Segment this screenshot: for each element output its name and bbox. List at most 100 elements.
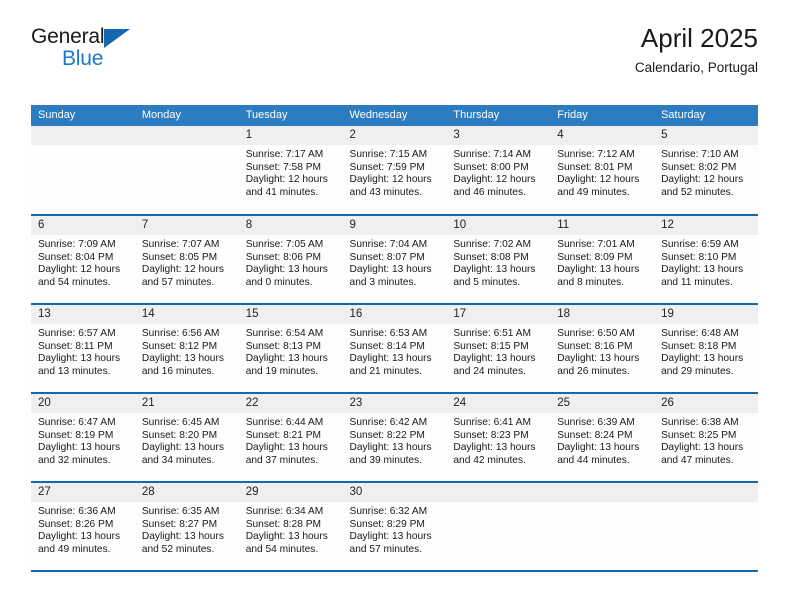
daylight-text: Daylight: 13 hours and 49 minutes. bbox=[38, 531, 121, 555]
calendar-cell-day[interactable]: 30 Sunrise: 6:32 AM Sunset: 8:29 PM Dayligh… bbox=[342, 482, 447, 572]
day-sun-info: Sunrise: 7:02 AM Sunset: 8:08 PM Daylight:… bbox=[446, 235, 550, 289]
sunset-text: Sunset: 8:13 PM bbox=[245, 340, 322, 352]
daylight-text: Daylight: 13 hours and 11 minutes. bbox=[661, 264, 744, 288]
sunset-text: Sunset: 8:15 PM bbox=[453, 340, 529, 352]
day-cell: 29 Sunrise: 6:34 AM Sunset: 8:28 PM Dayligh… bbox=[238, 483, 343, 570]
day-number: 6 bbox=[31, 216, 135, 235]
calendar-cell-day[interactable]: 21 Sunrise: 6:45 AM Sunset: 8:20 PM Dayligh… bbox=[134, 393, 239, 483]
weekday-header-thursday: Thursday bbox=[446, 105, 551, 126]
calendar-cell-day[interactable]: 9 Sunrise: 7:04 AM Sunset: 8:07 PM Daylight… bbox=[342, 215, 447, 305]
day-sun-info: Sunrise: 6:50 AM Sunset: 8:16 PM Daylight:… bbox=[550, 324, 654, 378]
day-sun-info: Sunrise: 6:39 AM Sunset: 8:24 PM Daylight:… bbox=[550, 413, 654, 467]
calendar-cell-day[interactable]: 19 Sunrise: 6:48 AM Sunset: 8:18 PM Dayligh… bbox=[654, 304, 758, 394]
sunset-text: Sunset: 8:02 PM bbox=[661, 161, 737, 173]
day-number: 20 bbox=[31, 394, 135, 413]
daylight-text: Daylight: 13 hours and 0 minutes. bbox=[245, 264, 328, 288]
calendar-cell-day[interactable]: 26 Sunrise: 6:38 AM Sunset: 8:25 PM Dayligh… bbox=[654, 393, 758, 483]
day-sun-info: Sunrise: 6:42 AM Sunset: 8:22 PM Daylight:… bbox=[343, 413, 447, 467]
day-cell bbox=[550, 483, 655, 570]
day-cell: 13 Sunrise: 6:57 AM Sunset: 8:11 PM Dayligh… bbox=[31, 305, 135, 392]
calendar-cell-day[interactable]: 27 Sunrise: 6:36 AM Sunset: 8:26 PM Dayligh… bbox=[31, 482, 135, 572]
sunset-text: Sunset: 8:20 PM bbox=[141, 429, 218, 441]
day-number: 22 bbox=[238, 394, 343, 413]
calendar-cell-day[interactable]: 23 Sunrise: 6:42 AM Sunset: 8:22 PM Dayligh… bbox=[342, 393, 447, 483]
calendar-cell-day[interactable]: 8 Sunrise: 7:05 AM Sunset: 8:06 PM Daylight… bbox=[238, 215, 343, 305]
calendar-cell-day[interactable]: 20 Sunrise: 6:47 AM Sunset: 8:19 PM Dayligh… bbox=[31, 393, 135, 483]
day-sun-info: Sunrise: 7:14 AM Sunset: 8:00 PM Daylight:… bbox=[446, 145, 550, 199]
day-number bbox=[446, 483, 551, 502]
day-cell: 9 Sunrise: 7:04 AM Sunset: 8:07 PM Daylight… bbox=[342, 216, 447, 303]
calendar-cell-day[interactable]: 17 Sunrise: 6:51 AM Sunset: 8:15 PM Dayligh… bbox=[446, 304, 551, 394]
calendar-cell-day[interactable]: 18 Sunrise: 6:50 AM Sunset: 8:16 PM Dayligh… bbox=[550, 304, 655, 394]
calendar-cell-day[interactable]: 7 Sunrise: 7:07 AM Sunset: 8:05 PM Daylight… bbox=[134, 215, 239, 305]
day-sun-info: Sunrise: 7:12 AM Sunset: 8:01 PM Daylight:… bbox=[550, 145, 654, 199]
calendar-cell-day[interactable]: 25 Sunrise: 6:39 AM Sunset: 8:24 PM Dayligh… bbox=[550, 393, 655, 483]
daylight-text: Daylight: 13 hours and 42 minutes. bbox=[453, 442, 536, 466]
calendar-cell-day[interactable]: 10 Sunrise: 7:02 AM Sunset: 8:08 PM Dayligh… bbox=[446, 215, 551, 305]
day-number: 2 bbox=[342, 126, 447, 145]
sunset-text: Sunset: 8:09 PM bbox=[557, 251, 633, 263]
calendar-cell-day[interactable]: 28 Sunrise: 6:35 AM Sunset: 8:27 PM Dayligh… bbox=[134, 482, 239, 572]
sunset-text: Sunset: 8:11 PM bbox=[38, 340, 113, 352]
general-blue-logo[interactable]: General Blue bbox=[31, 26, 151, 82]
calendar-cell-day[interactable]: 24 Sunrise: 6:41 AM Sunset: 8:23 PM Dayligh… bbox=[446, 393, 551, 483]
calendar-cell-day[interactable]: 2 Sunrise: 7:15 AM Sunset: 7:59 PM Daylight… bbox=[342, 126, 447, 216]
daylight-text: Daylight: 13 hours and 52 minutes. bbox=[141, 531, 224, 555]
calendar-body: 1 Sunrise: 7:17 AM Sunset: 7:58 PM Daylight… bbox=[31, 126, 758, 572]
day-cell: 18 Sunrise: 6:50 AM Sunset: 8:16 PM Dayligh… bbox=[550, 305, 655, 392]
day-cell: 1 Sunrise: 7:17 AM Sunset: 7:58 PM Daylight… bbox=[238, 126, 343, 213]
sunrise-text: Sunrise: 6:48 AM bbox=[661, 328, 739, 339]
daylight-text: Daylight: 13 hours and 26 minutes. bbox=[557, 353, 640, 377]
calendar-week-row: 13 Sunrise: 6:57 AM Sunset: 8:11 PM Dayligh… bbox=[31, 304, 758, 394]
day-number: 27 bbox=[31, 483, 135, 502]
sunrise-text: Sunrise: 6:36 AM bbox=[38, 506, 116, 517]
weekday-header-sunday: Sunday bbox=[31, 105, 135, 126]
calendar-cell-day[interactable]: 22 Sunrise: 6:44 AM Sunset: 8:21 PM Dayligh… bbox=[238, 393, 343, 483]
calendar-cell-day[interactable]: 3 Sunrise: 7:14 AM Sunset: 8:00 PM Daylight… bbox=[446, 126, 551, 216]
title-block: April 2025 Calendario, Portugal bbox=[635, 23, 758, 76]
calendar-cell-day[interactable]: 6 Sunrise: 7:09 AM Sunset: 8:04 PM Daylight… bbox=[31, 215, 135, 305]
calendar-cell-day[interactable]: 11 Sunrise: 7:01 AM Sunset: 8:09 PM Dayligh… bbox=[550, 215, 655, 305]
sunset-text: Sunset: 7:58 PM bbox=[245, 161, 322, 173]
calendar-cell-day[interactable]: 13 Sunrise: 6:57 AM Sunset: 8:11 PM Dayligh… bbox=[31, 304, 135, 394]
day-cell: 15 Sunrise: 6:54 AM Sunset: 8:13 PM Dayligh… bbox=[238, 305, 343, 392]
day-number: 21 bbox=[134, 394, 239, 413]
day-sun-info: Sunrise: 7:09 AM Sunset: 8:04 PM Daylight:… bbox=[31, 235, 135, 289]
day-sun-info: Sunrise: 7:10 AM Sunset: 8:02 PM Daylight:… bbox=[654, 145, 758, 199]
day-cell: 20 Sunrise: 6:47 AM Sunset: 8:19 PM Dayligh… bbox=[31, 394, 135, 481]
day-sun-info: Sunrise: 6:56 AM Sunset: 8:12 PM Daylight:… bbox=[135, 324, 239, 378]
day-sun-info: Sunrise: 6:54 AM Sunset: 8:13 PM Daylight:… bbox=[239, 324, 343, 378]
day-cell: 2 Sunrise: 7:15 AM Sunset: 7:59 PM Daylight… bbox=[342, 126, 447, 213]
calendar-cell-day[interactable]: 15 Sunrise: 6:54 AM Sunset: 8:13 PM Dayligh… bbox=[238, 304, 343, 394]
day-sun-info: Sunrise: 6:34 AM Sunset: 8:28 PM Daylight:… bbox=[239, 502, 343, 556]
calendar-cell-day[interactable]: 16 Sunrise: 6:53 AM Sunset: 8:14 PM Dayligh… bbox=[342, 304, 447, 394]
sunrise-text: Sunrise: 6:51 AM bbox=[453, 328, 531, 339]
day-number: 3 bbox=[446, 126, 551, 145]
day-number: 13 bbox=[31, 305, 135, 324]
day-cell: 10 Sunrise: 7:02 AM Sunset: 8:08 PM Dayligh… bbox=[446, 216, 551, 303]
calendar-cell-day[interactable]: 1 Sunrise: 7:17 AM Sunset: 7:58 PM Daylight… bbox=[238, 126, 343, 216]
day-sun-info: Sunrise: 6:59 AM Sunset: 8:10 PM Daylight:… bbox=[654, 235, 758, 289]
sunrise-text: Sunrise: 6:38 AM bbox=[661, 417, 739, 428]
calendar-cell-day[interactable]: 5 Sunrise: 7:10 AM Sunset: 8:02 PM Daylight… bbox=[654, 126, 758, 216]
calendar-page: General Blue April 2025 Calendario, Port… bbox=[0, 0, 792, 612]
day-cell: 27 Sunrise: 6:36 AM Sunset: 8:26 PM Dayligh… bbox=[31, 483, 135, 570]
logo-text-blue: Blue bbox=[62, 47, 104, 70]
sunrise-text: Sunrise: 6:50 AM bbox=[557, 328, 635, 339]
day-number: 10 bbox=[446, 216, 551, 235]
daylight-text: Daylight: 13 hours and 39 minutes. bbox=[349, 442, 432, 466]
day-cell: 21 Sunrise: 6:45 AM Sunset: 8:20 PM Dayligh… bbox=[134, 394, 239, 481]
calendar-cell-day[interactable]: 12 Sunrise: 6:59 AM Sunset: 8:10 PM Dayligh… bbox=[654, 215, 758, 305]
day-cell: 14 Sunrise: 6:56 AM Sunset: 8:12 PM Dayligh… bbox=[134, 305, 239, 392]
day-cell: 11 Sunrise: 7:01 AM Sunset: 8:09 PM Dayligh… bbox=[550, 216, 655, 303]
calendar-cell-day[interactable]: 14 Sunrise: 6:56 AM Sunset: 8:12 PM Dayligh… bbox=[134, 304, 239, 394]
day-sun-info: Sunrise: 7:01 AM Sunset: 8:09 PM Daylight:… bbox=[550, 235, 654, 289]
day-number: 19 bbox=[654, 305, 758, 324]
sunset-text: Sunset: 8:07 PM bbox=[349, 251, 425, 263]
day-number bbox=[134, 126, 239, 145]
daylight-text: Daylight: 13 hours and 34 minutes. bbox=[141, 442, 224, 466]
calendar-cell-day[interactable]: 29 Sunrise: 6:34 AM Sunset: 8:28 PM Dayligh… bbox=[238, 482, 343, 572]
calendar-cell-day[interactable]: 4 Sunrise: 7:12 AM Sunset: 8:01 PM Daylight… bbox=[550, 126, 655, 216]
calendar-week-row: 1 Sunrise: 7:17 AM Sunset: 7:58 PM Daylight… bbox=[31, 126, 758, 216]
daylight-text: Daylight: 13 hours and 57 minutes. bbox=[349, 531, 432, 555]
